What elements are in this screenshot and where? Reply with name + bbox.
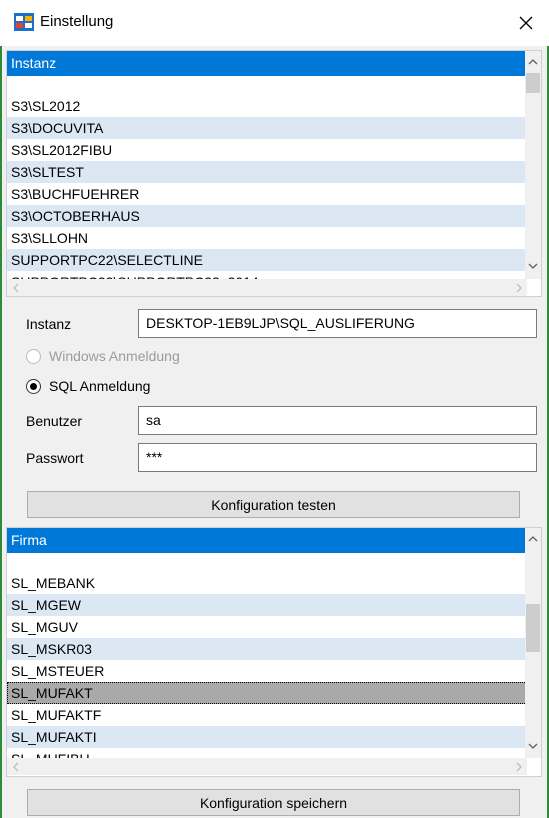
list-item[interactable]: SL_MUFIBU (7, 748, 527, 758)
close-button[interactable] (503, 0, 549, 46)
list-item[interactable]: SL_MSKR03 (7, 638, 527, 660)
firma-horizontal-scrollbar[interactable] (7, 758, 527, 775)
scroll-up-arrow-icon[interactable] (525, 530, 541, 548)
firma-list-header: Firma (7, 528, 527, 553)
firma-listbox[interactable]: Firma SL_MEBANK SL_MGEW SL_MGUV SL_MSKR0… (6, 527, 542, 777)
list-item[interactable]: SL_MUFAKTI (7, 726, 527, 748)
instanz-vertical-scrollbar[interactable] (525, 51, 541, 279)
title-bar: Einstellung (0, 0, 549, 46)
save-configuration-button[interactable]: Konfiguration speichern (27, 789, 520, 816)
list-item-selected[interactable]: SL_MUFAKT (7, 682, 527, 704)
list-item[interactable]: SL_MEBANK (7, 572, 527, 594)
scroll-left-arrow-icon[interactable] (7, 279, 24, 296)
test-configuration-button[interactable]: Konfiguration testen (27, 491, 520, 518)
close-icon (519, 16, 533, 30)
scroll-down-arrow-icon[interactable] (525, 737, 541, 755)
passwort-input[interactable]: *** (138, 443, 537, 472)
list-item[interactable]: SL_MUFAKTF (7, 704, 527, 726)
instanz-list-header: Instanz (7, 51, 527, 76)
list-item[interactable]: SUPPORTPC22\SELECTLINE (7, 249, 527, 271)
sql-login-label: SQL Anmeldung (49, 378, 151, 394)
scroll-left-arrow-icon[interactable] (7, 758, 24, 775)
windows-login-label: Windows Anmeldung (49, 348, 180, 364)
benutzer-label: Benutzer (26, 413, 83, 429)
list-item[interactable]: S3\OCTOBERHAUS (7, 205, 527, 227)
list-item[interactable]: S3\DOCUVITA (7, 117, 527, 139)
list-item[interactable]: S3\SL2012FIBU (7, 139, 527, 161)
firma-scroll-thumb[interactable] (526, 604, 540, 652)
firma-list-rows: SL_MEBANK SL_MGEW SL_MGUV SL_MSKR03 SL_M… (7, 572, 527, 758)
sql-login-radio[interactable] (26, 378, 41, 394)
list-item[interactable]: S3\BUCHFUEHRER (7, 183, 527, 205)
passwort-label: Passwort (26, 450, 84, 466)
list-item[interactable]: S3\SLTEST (7, 161, 527, 183)
benutzer-input[interactable]: sa (138, 406, 537, 435)
instanz-horizontal-scrollbar[interactable] (7, 279, 527, 296)
windows-login-option[interactable]: Windows Anmeldung (26, 348, 180, 364)
scroll-up-arrow-icon[interactable] (525, 53, 541, 71)
list-item[interactable]: SL_MSTEUER (7, 660, 527, 682)
instanz-input[interactable]: DESKTOP-1EB9LJP\SQL_AUSLIFERUNG (138, 309, 537, 338)
window-title: Einstellung (40, 13, 114, 30)
windows-login-radio[interactable] (26, 348, 41, 364)
scroll-right-arrow-icon[interactable] (510, 758, 527, 775)
instanz-scroll-thumb[interactable] (526, 73, 540, 93)
instanz-listbox[interactable]: Instanz S3\SL2012 S3\DOCUVITA S3\SL2012F… (6, 50, 542, 297)
sql-login-option[interactable]: SQL Anmeldung (26, 378, 150, 394)
app-window-icon (14, 13, 34, 31)
list-item[interactable]: S3\SL2012 (7, 95, 527, 117)
scroll-down-arrow-icon[interactable] (525, 257, 541, 275)
list-item[interactable]: SL_MGEW (7, 594, 527, 616)
firma-vertical-scrollbar[interactable] (525, 528, 541, 758)
instanz-list-rows: S3\SL2012 S3\DOCUVITA S3\SL2012FIBU S3\S… (7, 95, 527, 281)
list-item[interactable]: S3\SLLOHN (7, 227, 527, 249)
instanz-label: Instanz (26, 316, 72, 332)
scroll-right-arrow-icon[interactable] (510, 279, 527, 296)
window-border-left (0, 46, 2, 818)
list-item[interactable]: SL_MGUV (7, 616, 527, 638)
